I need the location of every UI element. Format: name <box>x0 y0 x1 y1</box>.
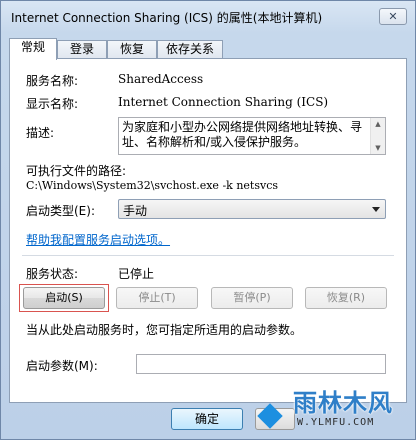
close-button[interactable]: ✕ <box>379 8 407 25</box>
tab-logon[interactable]: 登录 <box>57 40 107 59</box>
tab-recovery[interactable]: 恢复 <box>107 40 157 59</box>
tab-general[interactable]: 常规 <box>9 38 57 60</box>
exe-path-value: C:\Windows\System32\svchost.exe -k netsv… <box>26 179 279 192</box>
service-status-value: 已停止 <box>118 267 155 281</box>
start-params-hint: 当从此处启动服务时，您可指定所适用的启动参数。 <box>26 323 303 337</box>
service-status-label: 服务状态: <box>26 267 79 281</box>
help-configure-link[interactable]: 帮助我配置服务启动选项。 <box>26 231 170 248</box>
startup-type-value: 手动 <box>123 204 148 218</box>
tab-dependencies[interactable]: 依存关系 <box>157 40 223 59</box>
ok-button[interactable]: 确定 <box>171 408 243 430</box>
description-scrollbar[interactable]: ▲ ▼ <box>370 118 385 154</box>
close-icon: ✕ <box>388 10 398 23</box>
description-box[interactable]: 为家庭和小型办公网络提供网络地址转换、寻址、名称解析和/或入侵保护服务。 ▲ ▼ <box>118 117 386 155</box>
watermark-text: 雨林木风 <box>293 389 393 417</box>
startup-type-select[interactable]: 手动 <box>118 199 386 219</box>
display-name-value: Internet Connection Sharing (ICS) <box>118 95 329 109</box>
startup-type-label: 启动类型(E): <box>26 204 95 218</box>
pause-button[interactable]: 暂停(P) <box>211 287 293 309</box>
resume-button[interactable]: 恢复(R) <box>305 287 387 309</box>
watermark-url: W.YLMFU.COM <box>297 417 375 428</box>
display-name-label: 显示名称: <box>26 97 79 111</box>
divider <box>22 255 394 256</box>
service-name-value: SharedAccess <box>118 72 204 86</box>
start-params-label: 启动参数(M): <box>26 359 98 373</box>
exe-path-label: 可执行文件的路径: <box>26 164 127 178</box>
description-text: 为家庭和小型办公网络提供网络地址转换、寻址、名称解析和/或入侵保护服务。 <box>122 120 363 149</box>
watermark-logo: 雨林木风 W.YLMFU.COM <box>257 381 416 440</box>
general-tab-panel: 服务名称: SharedAccess 显示名称: Internet Connec… <box>9 58 407 403</box>
scroll-up-icon[interactable]: ▲ <box>371 118 385 130</box>
service-properties-dialog: Internet Connection Sharing (ICS) 的属性(本地… <box>0 0 416 440</box>
title-bar[interactable]: Internet Connection Sharing (ICS) 的属性(本地… <box>1 1 415 33</box>
stop-button[interactable]: 停止(T) <box>116 287 198 309</box>
window-title: Internet Connection Sharing (ICS) 的属性(本地… <box>11 11 323 25</box>
start-button[interactable]: 启动(S) <box>23 287 105 309</box>
service-name-label: 服务名称: <box>26 74 79 88</box>
chevron-down-icon <box>372 207 380 212</box>
start-params-input[interactable] <box>136 354 386 374</box>
scroll-down-icon[interactable]: ▼ <box>371 142 385 154</box>
description-label: 描述: <box>26 126 55 140</box>
